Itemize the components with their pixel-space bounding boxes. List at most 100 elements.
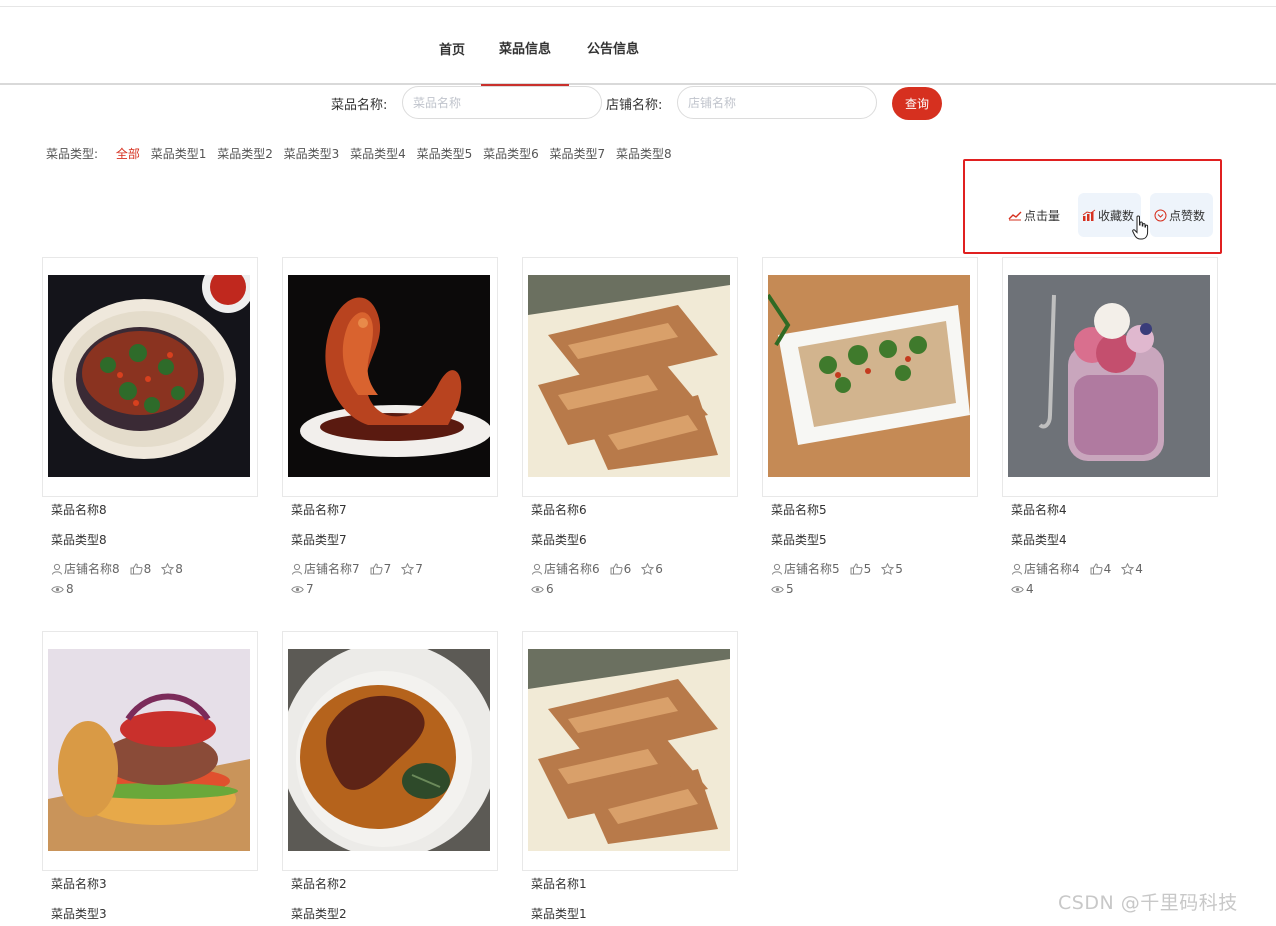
type-filter-7[interactable]: 菜品类型7 bbox=[550, 147, 606, 161]
user-icon bbox=[292, 563, 302, 575]
dish-meta: 店铺名称7 7 7 bbox=[291, 560, 433, 577]
type-filter-all[interactable]: 全部 bbox=[116, 147, 140, 161]
dish-type: 菜品类型3 bbox=[51, 907, 107, 921]
sort-by-clicks-button[interactable]: 点击量 bbox=[1004, 193, 1070, 237]
dish-views: 5 bbox=[771, 582, 794, 596]
search-bar: 菜品名称: 店铺名称: 查询 bbox=[0, 86, 1276, 122]
view-count: 7 bbox=[306, 582, 314, 596]
star-icon bbox=[1121, 562, 1135, 575]
sort-clicks-label: 点击量 bbox=[1024, 208, 1061, 223]
thumbs-up-icon bbox=[850, 562, 863, 574]
dish-type: 菜品类型7 bbox=[291, 533, 347, 547]
dish-name: 菜品名称1 bbox=[531, 877, 587, 891]
nav-notices-label: 公告信息 bbox=[586, 42, 639, 57]
favorite-count: 6 bbox=[655, 561, 663, 576]
dish-views: 4 bbox=[1011, 582, 1034, 596]
type-filter-4[interactable]: 菜品类型4 bbox=[350, 147, 406, 161]
dish-name-input[interactable] bbox=[402, 86, 602, 119]
dish-type: 菜品类型6 bbox=[531, 533, 587, 547]
shop-name: 店铺名称5 bbox=[784, 562, 840, 576]
nav-item-dishes[interactable]: 菜品信息 bbox=[481, 7, 569, 88]
like-count: 6 bbox=[623, 561, 632, 576]
dish-meta: 店铺名称5 5 5 bbox=[771, 560, 913, 577]
dish-meta: 店铺名称6 6 6 bbox=[531, 560, 673, 577]
sort-favorites-label: 收藏数 bbox=[1098, 208, 1135, 223]
dish-image[interactable] bbox=[528, 275, 730, 477]
star-icon bbox=[161, 562, 175, 575]
type-filter-5[interactable]: 菜品类型5 bbox=[417, 147, 473, 161]
user-icon bbox=[532, 563, 542, 575]
view-count: 4 bbox=[1026, 582, 1034, 596]
thumbs-up-icon bbox=[130, 562, 143, 574]
top-navbar: 首页 菜品信息 公告信息 bbox=[0, 7, 1276, 88]
dish-name: 菜品名称8 bbox=[51, 503, 107, 517]
type-filter-8[interactable]: 菜品类型8 bbox=[616, 147, 672, 161]
eye-icon bbox=[1011, 585, 1024, 593]
dish-views: 8 bbox=[51, 582, 74, 596]
shop-name: 店铺名称8 bbox=[64, 562, 120, 576]
watermark: CSDN @千里码科技 bbox=[1058, 892, 1238, 914]
user-icon bbox=[1012, 563, 1022, 575]
view-count: 6 bbox=[546, 582, 554, 596]
dish-image[interactable] bbox=[48, 649, 250, 851]
dish-type: 菜品类型5 bbox=[771, 533, 827, 547]
dish-name: 菜品名称2 bbox=[291, 877, 347, 891]
dish-type: 菜品类型4 bbox=[1011, 533, 1067, 547]
nav-item-home[interactable]: 首页 bbox=[432, 7, 472, 87]
dish-views: 7 bbox=[291, 582, 314, 596]
favorite-count: 4 bbox=[1135, 561, 1143, 576]
favorite-count: 7 bbox=[415, 561, 423, 576]
eye-icon bbox=[291, 585, 304, 593]
nav-item-notices[interactable]: 公告信息 bbox=[580, 7, 646, 87]
trend-line-icon bbox=[1008, 211, 1022, 221]
favorite-count: 5 bbox=[895, 561, 903, 576]
shop-name-input[interactable] bbox=[677, 86, 877, 119]
dish-name: 菜品名称4 bbox=[1011, 503, 1067, 517]
user-icon bbox=[772, 563, 782, 575]
view-count: 8 bbox=[66, 582, 74, 596]
star-icon bbox=[641, 562, 655, 575]
query-button[interactable]: 查询 bbox=[892, 87, 942, 120]
eye-icon bbox=[771, 585, 784, 593]
like-count: 8 bbox=[143, 561, 152, 576]
dish-meta: 店铺名称8 8 8 bbox=[51, 560, 193, 577]
dish-name-label: 菜品名称: bbox=[331, 98, 388, 113]
like-count: 7 bbox=[383, 561, 392, 576]
thumbs-up-icon bbox=[370, 562, 383, 574]
dish-type-label: 菜品类型: bbox=[46, 147, 99, 161]
dish-meta: 店铺名称4 4 4 bbox=[1011, 560, 1153, 577]
sort-by-likes-button[interactable]: 点赞数 bbox=[1150, 193, 1213, 237]
dish-type: 菜品类型2 bbox=[291, 907, 347, 921]
dish-image[interactable] bbox=[48, 275, 250, 477]
circle-chevron-icon bbox=[1154, 209, 1167, 221]
type-filter-2[interactable]: 菜品类型2 bbox=[217, 147, 273, 161]
dish-image[interactable] bbox=[528, 649, 730, 851]
type-filter-3[interactable]: 菜品类型3 bbox=[284, 147, 340, 161]
dish-image[interactable] bbox=[288, 649, 490, 851]
dish-name: 菜品名称6 bbox=[531, 503, 587, 517]
dish-type-filter: 菜品类型: 全部 菜品类型1 菜品类型2 菜品类型3 菜品类型4 菜品类型5 菜… bbox=[46, 145, 679, 163]
thumbs-up-icon bbox=[1090, 562, 1103, 574]
type-filter-6[interactable]: 菜品类型6 bbox=[483, 147, 539, 161]
dish-image[interactable] bbox=[1008, 275, 1210, 477]
favorite-count: 8 bbox=[175, 561, 183, 576]
nav-home-label: 首页 bbox=[438, 43, 465, 58]
thumbs-up-icon bbox=[610, 562, 623, 574]
eye-icon bbox=[531, 585, 544, 593]
like-count: 5 bbox=[863, 561, 872, 576]
shop-name-label: 店铺名称: bbox=[606, 98, 663, 113]
bar-chart-icon bbox=[1082, 209, 1096, 221]
shop-name: 店铺名称6 bbox=[544, 562, 600, 576]
dish-image[interactable] bbox=[288, 275, 490, 477]
nav-dishes-label: 菜品信息 bbox=[498, 42, 551, 57]
user-icon bbox=[52, 563, 62, 575]
dish-image[interactable] bbox=[768, 275, 970, 477]
dish-name: 菜品名称7 bbox=[291, 503, 347, 517]
type-filter-1[interactable]: 菜品类型1 bbox=[151, 147, 207, 161]
hand-cursor-icon bbox=[1132, 215, 1149, 240]
dish-name: 菜品名称3 bbox=[51, 877, 107, 891]
view-count: 5 bbox=[786, 582, 794, 596]
like-count: 4 bbox=[1103, 561, 1112, 576]
eye-icon bbox=[51, 585, 64, 593]
dish-type: 菜品类型8 bbox=[51, 533, 107, 547]
